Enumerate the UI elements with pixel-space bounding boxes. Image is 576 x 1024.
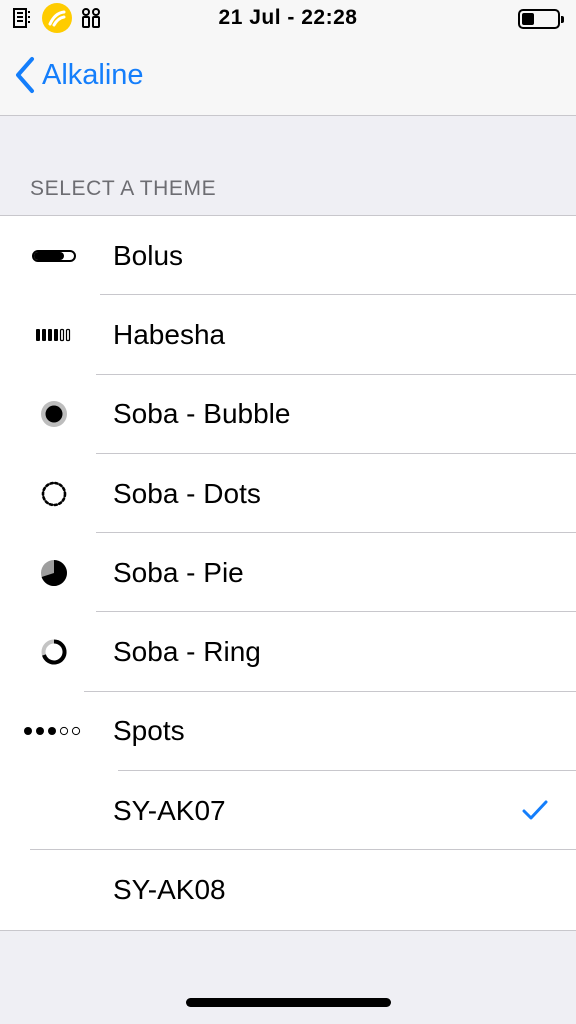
soba-ring-icon xyxy=(0,612,108,691)
spots-icon xyxy=(0,692,108,771)
theme-label: Bolus xyxy=(113,239,184,271)
theme-label: SY-AK07 xyxy=(113,794,226,826)
bolus-icon xyxy=(0,216,108,295)
theme-row-sy-ak07[interactable]: SY-AK07 xyxy=(0,771,576,851)
theme-row-bolus[interactable]: Bolus xyxy=(0,216,576,296)
soba-pie-icon xyxy=(0,533,108,612)
navigation-bar: Alkaline xyxy=(0,38,576,116)
home-indicator[interactable] xyxy=(186,998,391,1007)
theme-label: Soba - Ring xyxy=(113,636,261,668)
theme-label: Spots xyxy=(113,715,185,747)
theme-list: Bolus Habesha Soba - Bubble Soba - Dots … xyxy=(0,215,576,931)
section-header: SELECT A THEME xyxy=(30,177,217,200)
habesha-icon xyxy=(0,295,108,374)
status-bar: 21 Jul - 22:28 xyxy=(0,0,576,38)
soba-bubble-icon xyxy=(0,375,108,454)
theme-row-soba-bubble[interactable]: Soba - Bubble xyxy=(0,375,576,454)
soba-dots-icon xyxy=(0,454,108,533)
status-time: 21 Jul - 22:28 xyxy=(218,6,358,29)
battery-icon xyxy=(518,9,564,29)
back-label: Alkaline xyxy=(42,58,144,91)
theme-label: Habesha xyxy=(113,318,226,350)
theme-row-habesha[interactable]: Habesha xyxy=(0,295,576,375)
chevron-left-icon xyxy=(16,57,34,93)
theme-label: Soba - Dots xyxy=(113,477,261,509)
theme-label: Soba - Bubble xyxy=(113,398,291,430)
theme-label: SY-AK08 xyxy=(113,874,226,906)
theme-row-soba-dots[interactable]: Soba - Dots xyxy=(0,454,576,534)
theme-row-soba-pie[interactable]: Soba - Pie xyxy=(0,533,576,613)
theme-label: Soba - Pie xyxy=(113,556,244,588)
back-button[interactable]: Alkaline xyxy=(12,52,144,98)
theme-row-sy-ak08[interactable]: SY-AK08 xyxy=(0,850,576,929)
theme-row-spots[interactable]: Spots xyxy=(0,692,576,772)
checkmark-icon xyxy=(522,800,548,820)
theme-row-soba-ring[interactable]: Soba - Ring xyxy=(0,612,576,692)
